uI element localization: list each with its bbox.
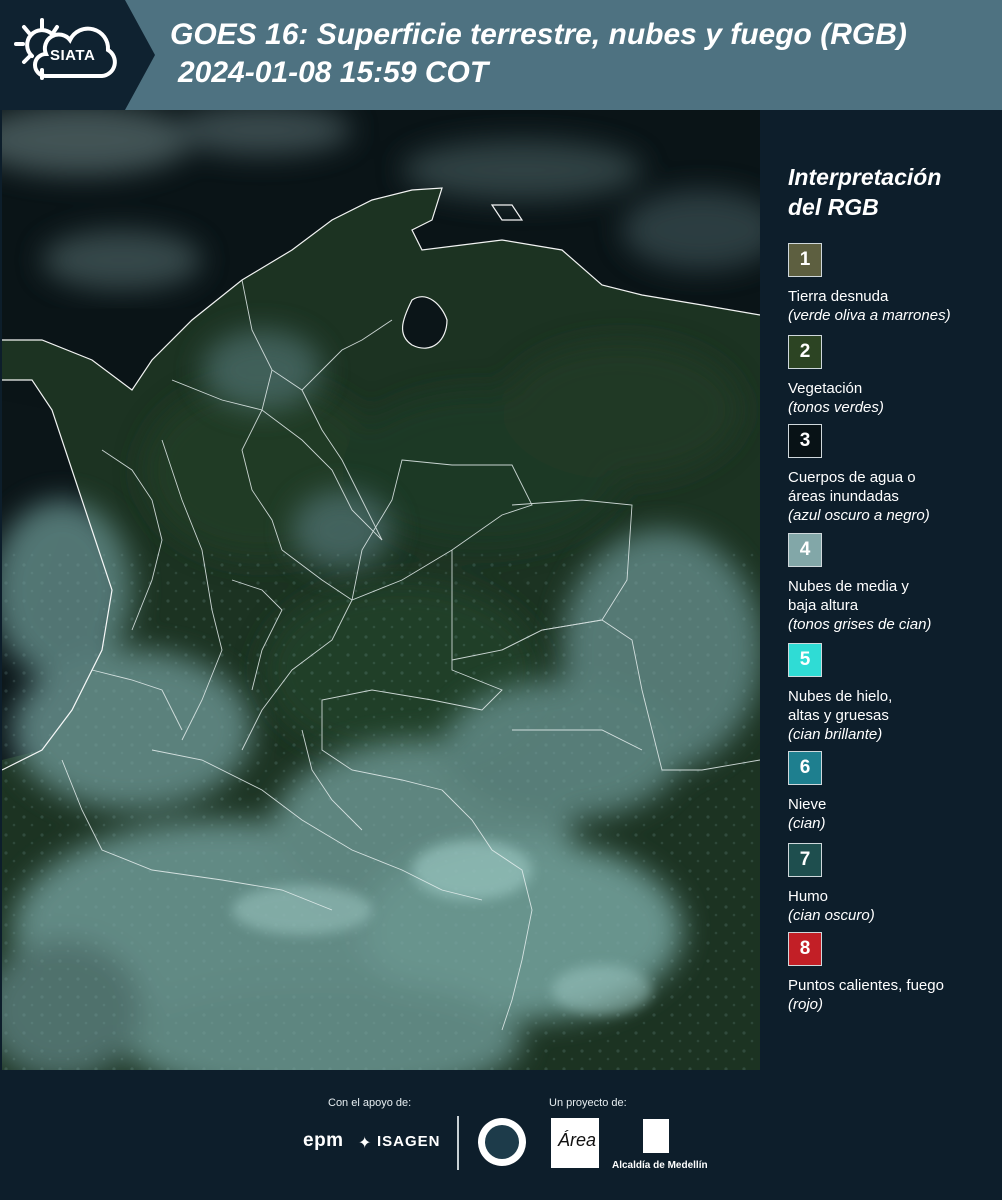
legend-swatch: 6 <box>788 751 822 785</box>
title-text: GOES 16: Superficie terrestre, nubes y f… <box>170 18 907 51</box>
legend-swatch: 8 <box>788 932 822 966</box>
header: SIATA GOES 16: Superficie terrestre, nub… <box>0 0 1002 110</box>
legend-item-humo: 7 Humo (cian oscuro) <box>788 843 988 925</box>
legend-label: Humo <box>788 888 829 905</box>
legend-title-line1: Interpretación <box>788 164 942 190</box>
legend-note: (cian brillante) <box>788 726 883 743</box>
legend-label: Nubes de hielo, <box>788 688 893 705</box>
alcaldia-shield-icon <box>643 1119 669 1153</box>
area-logo-text: Área <box>558 1130 597 1150</box>
legend-swatch: 1 <box>788 243 822 277</box>
legend-label: Vegetación <box>788 380 863 397</box>
map-divider <box>760 110 774 1070</box>
siata-logo: SIATA <box>0 0 155 110</box>
support-label: Con el apoyo de: <box>328 1097 412 1109</box>
legend-swatch: 5 <box>788 643 822 677</box>
legend-label: Nubes de media y <box>788 578 909 595</box>
legend-item-vegetacion: 2 Vegetación (tonos verdes) <box>788 335 988 417</box>
legend-item-cuerpos-de-agua: 3 Cuerpos de agua o áreas inundadas (azu… <box>788 424 988 525</box>
satellite-map <box>2 110 760 1070</box>
alcaldia-logo-text: Alcaldía de Medellín <box>612 1160 708 1171</box>
legend-item-nubes-hielo: 5 Nubes de hielo, altas y gruesas (cian … <box>788 643 988 744</box>
legend-label: Tierra desnuda <box>788 288 889 305</box>
legend-note: (rojo) <box>788 996 824 1013</box>
legend-note: (verde oliva a marrones) <box>788 307 951 324</box>
legend-note: (azul oscuro a negro) <box>788 507 930 524</box>
project-label: Un proyecto de: <box>549 1097 627 1109</box>
legend-label-line2: altas y gruesas <box>788 707 889 724</box>
legend-swatch: 3 <box>788 424 822 458</box>
university-seal-inner <box>485 1125 519 1159</box>
page-title: GOES 16: Superficie terrestre, nubes y f… <box>170 16 1000 92</box>
legend-item-nubes-media-baja: 4 Nubes de media y baja altura (tonos gr… <box>788 533 988 634</box>
legend-swatch: 4 <box>788 533 822 567</box>
footer: Con el apoyo de: Un proyecto de: epm ✦ I… <box>0 1070 1002 1200</box>
timestamp: 2024-01-08 15:59 COT <box>178 56 489 89</box>
isagen-logo: ISAGEN <box>377 1133 441 1150</box>
legend-note: (cian) <box>788 815 826 832</box>
legend-note: (tonos verdes) <box>788 399 884 416</box>
legend-swatch: 2 <box>788 335 822 369</box>
epm-logo: epm <box>303 1130 344 1151</box>
legend-note: (cian oscuro) <box>788 907 875 924</box>
legend-label: Puntos calientes, fuego <box>788 977 944 994</box>
legend-note: (tonos grises de cian) <box>788 616 932 633</box>
legend-label-line2: áreas inundadas <box>788 488 899 505</box>
legend-label: Cuerpos de agua o <box>788 469 916 486</box>
legend-swatch: 7 <box>788 843 822 877</box>
legend-item-fuego: 8 Puntos calientes, fuego (rojo) <box>788 932 988 1014</box>
isagen-icon: ✦ <box>358 1135 372 1152</box>
legend-title-line2: del RGB <box>788 194 879 220</box>
legend-item-tierra-desnuda: 1 Tierra desnuda (verde oliva a marrones… <box>788 243 988 325</box>
legend-title: Interpretación del RGB <box>788 162 988 222</box>
legend-item-nieve: 6 Nieve (cian) <box>788 751 988 833</box>
map-image <box>2 110 760 1070</box>
siata-logo-text: SIATA <box>50 47 96 64</box>
legend-label: Nieve <box>788 796 827 813</box>
footer-divider <box>457 1116 459 1170</box>
legend-label-line2: baja altura <box>788 597 859 614</box>
